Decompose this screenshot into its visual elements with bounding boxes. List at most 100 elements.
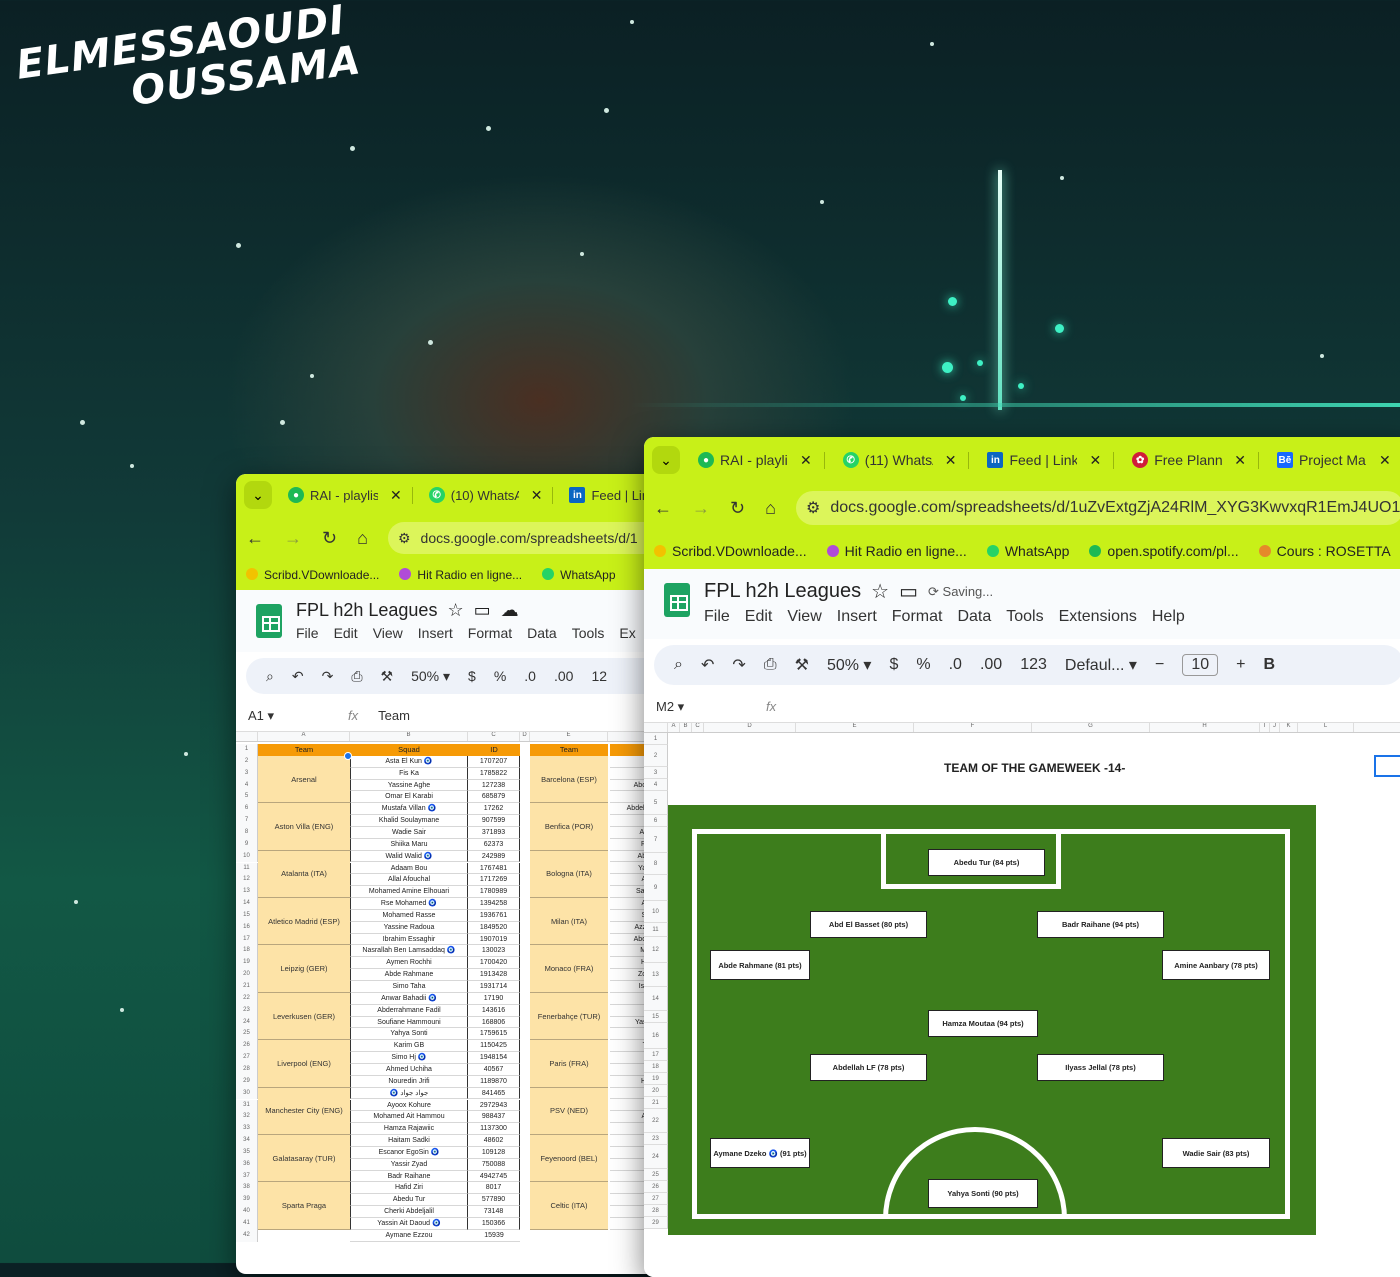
squad-cell[interactable]: Nouredin Jrifi xyxy=(350,1075,468,1088)
column-header[interactable]: G xyxy=(1032,723,1150,732)
row-number[interactable]: 14 xyxy=(644,987,668,1011)
selected-cell[interactable] xyxy=(1374,755,1400,777)
squad-cell[interactable]: Simo Taha xyxy=(350,981,468,993)
row-number[interactable]: 12 xyxy=(644,937,668,963)
column-header[interactable]: K xyxy=(1280,723,1298,732)
player-midfielder[interactable]: Hamza Moutaa (94 pts) xyxy=(928,1010,1038,1037)
row-number[interactable]: 9 xyxy=(236,838,258,851)
squad-cell[interactable]: Wadie Sair xyxy=(350,826,468,839)
bookmark-hitradio[interactable]: Hit Radio en ligne... xyxy=(826,543,967,559)
row-number[interactable]: 37 xyxy=(236,1170,258,1183)
squad-cell[interactable]: Yassine Radoua xyxy=(350,921,468,934)
team-cell[interactable]: Atalanta (ITA) xyxy=(258,850,350,899)
row-number[interactable]: 15 xyxy=(644,1011,668,1023)
star-icon[interactable]: ☆ xyxy=(871,579,889,604)
id-cell[interactable]: 2972943 xyxy=(468,1099,520,1112)
left-sheet-grid[interactable]: ABCDE 1 2 3 4 5 6 7 8 9 10 11 12 13 14 15 16 17 18 19 20 21 2… xyxy=(236,732,676,1252)
column-header[interactable]: B xyxy=(350,732,468,741)
row-number[interactable]: 27 xyxy=(644,1193,668,1205)
id-cell[interactable]: 40567 xyxy=(468,1063,520,1076)
id-cell[interactable]: 168806 xyxy=(468,1016,520,1029)
move-folder-icon[interactable]: ▭ xyxy=(899,579,918,604)
squad-cell[interactable]: Adaam Bou xyxy=(350,862,468,875)
row-number[interactable]: 29 xyxy=(236,1075,258,1088)
id-cell[interactable]: 841465 xyxy=(468,1087,520,1100)
row-number[interactable]: 12 xyxy=(236,874,258,887)
paint-format-icon[interactable]: ⚒ xyxy=(381,668,394,685)
player-forward[interactable]: Wadie Sair (83 pts) xyxy=(1162,1138,1270,1168)
squad-cell[interactable]: Khalid Soulaymane xyxy=(350,815,468,827)
row-number[interactable]: 13 xyxy=(644,963,668,987)
row-number[interactable]: 24 xyxy=(644,1145,668,1169)
id-cell[interactable]: 1849520 xyxy=(468,921,520,934)
sheets-logo-icon[interactable] xyxy=(664,583,690,617)
column-header[interactable]: I xyxy=(1260,723,1270,732)
row-number[interactable]: 41 xyxy=(236,1218,258,1230)
currency-button[interactable]: $ xyxy=(889,656,898,674)
menu-item-help[interactable]: Help xyxy=(1152,608,1185,626)
row-number[interactable]: 22 xyxy=(644,1109,668,1133)
squad-cell[interactable]: Mustafa Villan 🧿 xyxy=(350,803,468,816)
row-number[interactable]: 18 xyxy=(644,1061,668,1073)
menu-item-insert[interactable]: Insert xyxy=(418,625,453,641)
id-cell[interactable]: 1707207 xyxy=(468,755,520,768)
id-cell[interactable]: 242989 xyxy=(468,850,520,863)
url-field[interactable]: ⚙ docs.google.com/spreadsheets/d/1uZvExtg… xyxy=(795,491,1400,525)
row-number[interactable]: 7 xyxy=(236,815,258,827)
row-number[interactable]: 10 xyxy=(236,850,258,863)
menu-item-file[interactable]: File xyxy=(704,608,730,626)
doc-title[interactable]: FPL h2h Leagues xyxy=(704,580,861,603)
id-cell[interactable]: 1700420 xyxy=(468,957,520,970)
id-cell[interactable]: 1717269 xyxy=(468,874,520,887)
team-cell-2[interactable]: Paris (FRA) xyxy=(530,1040,608,1088)
redo-icon[interactable]: ↷ xyxy=(322,668,334,685)
squad-cell[interactable]: Aymen Rochhi xyxy=(350,957,468,970)
font-select[interactable]: Defaul... ▾ xyxy=(1065,655,1137,675)
font-size-increase-button[interactable]: + xyxy=(1236,656,1245,674)
column-header[interactable]: E xyxy=(796,723,914,732)
row-number[interactable]: 28 xyxy=(644,1205,668,1217)
id-cell[interactable]: 988437 xyxy=(468,1111,520,1124)
decrease-decimal-button[interactable]: .0 xyxy=(949,656,962,674)
player-defender[interactable]: Abde Rahmane (81 pts) xyxy=(710,950,810,980)
row-number[interactable]: 4 xyxy=(644,779,668,791)
row-number[interactable]: 18 xyxy=(236,945,258,958)
row-number[interactable]: 25 xyxy=(644,1169,668,1181)
squad-cell[interactable]: Hamza Rajawiic xyxy=(350,1123,468,1136)
row-number[interactable]: 36 xyxy=(236,1158,258,1171)
tab-planner[interactable]: ✿Free Planner✕ xyxy=(1120,451,1259,469)
squad-cell[interactable]: Simo Hj 🧿 xyxy=(350,1052,468,1064)
squad-cell[interactable]: Ibrahim Essaghir xyxy=(350,933,468,946)
bookmark-spotify[interactable]: open.spotify.com/pl... xyxy=(1089,543,1239,559)
percent-button[interactable]: % xyxy=(916,656,930,674)
formula-input[interactable]: Team xyxy=(378,708,410,723)
team-cell-2[interactable]: Barcelona (ESP) xyxy=(530,755,608,804)
row-number[interactable]: 21 xyxy=(236,981,258,993)
row-number[interactable]: 1 xyxy=(236,744,258,756)
id-cell[interactable]: 15939 xyxy=(468,1230,520,1242)
row-number[interactable]: 14 xyxy=(236,898,258,910)
row-number[interactable]: 19 xyxy=(236,957,258,970)
id-cell[interactable]: 150366 xyxy=(468,1218,520,1230)
row-number[interactable]: 8 xyxy=(236,826,258,839)
squad-cell[interactable]: Badr Raihane xyxy=(350,1170,468,1183)
menu-item-view[interactable]: View xyxy=(373,625,403,641)
id-cell[interactable]: 8017 xyxy=(468,1182,520,1195)
menu-item-edit[interactable]: Edit xyxy=(745,608,773,626)
increase-decimal-button[interactable]: .00 xyxy=(980,656,1002,674)
row-number[interactable]: 16 xyxy=(644,1023,668,1049)
squad-cell[interactable]: Mohamed Rasse xyxy=(350,909,468,922)
id-cell[interactable]: 143616 xyxy=(468,1004,520,1017)
row-number[interactable]: 30 xyxy=(236,1087,258,1100)
squad-cell[interactable]: Hafid Ziri xyxy=(350,1182,468,1195)
squad-cell[interactable]: Abedu Tur xyxy=(350,1194,468,1207)
tab-search-button[interactable]: ⌄ xyxy=(652,446,680,474)
team-cell[interactable]: Galatasaray (TUR) xyxy=(258,1135,350,1183)
number-format-button[interactable]: 123 xyxy=(1020,656,1047,674)
team-cell-2[interactable]: Benfica (POR) xyxy=(530,803,608,851)
player-forward[interactable]: Aymane Dzeko 🧿 (91 pts) xyxy=(710,1138,810,1168)
row-number[interactable]: 32 xyxy=(236,1111,258,1124)
squad-cell[interactable]: Cherki Abdeljalil xyxy=(350,1206,468,1218)
row-number[interactable]: 33 xyxy=(236,1123,258,1136)
undo-icon[interactable]: ↶ xyxy=(292,668,304,685)
